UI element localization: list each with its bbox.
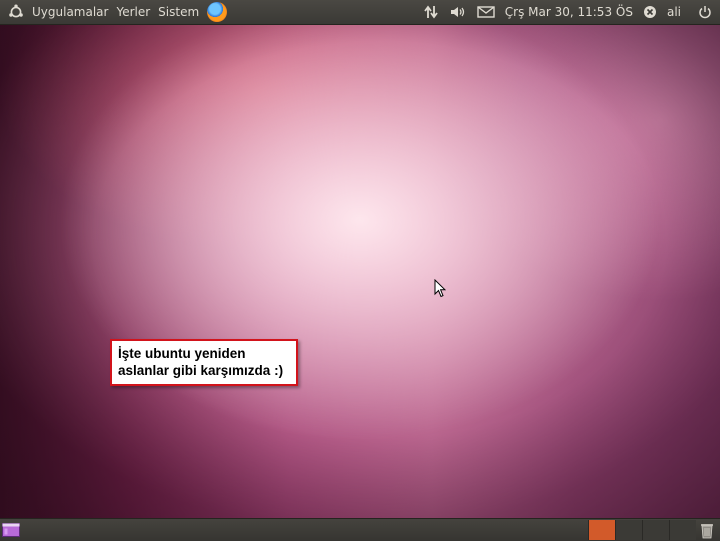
user-status-icon[interactable]	[638, 0, 662, 24]
annotation-callout: İşte ubuntu yeniden aslanlar gibi karşım…	[110, 339, 298, 386]
firefox-icon[interactable]	[207, 2, 228, 22]
system-tray: Çrş Mar 30, 11:53 ÖS ali	[418, 0, 720, 24]
user-name[interactable]: ali	[662, 0, 686, 24]
mouse-pointer-icon	[434, 279, 446, 298]
menu-system[interactable]: Sistem	[154, 0, 203, 24]
workspace-2[interactable]	[615, 520, 642, 540]
trash-icon[interactable]	[699, 521, 715, 539]
workspace-1[interactable]	[588, 520, 615, 540]
workspace-4[interactable]	[669, 520, 696, 540]
show-desktop-icon[interactable]	[2, 522, 20, 538]
clock[interactable]: Çrş Mar 30, 11:53 ÖS	[500, 0, 638, 24]
power-icon[interactable]	[686, 0, 720, 24]
bottom-panel	[0, 518, 720, 541]
callout-line-2: aslanlar gibi karşımızda :)	[118, 363, 284, 378]
workspace-switcher	[588, 520, 696, 540]
menu-places[interactable]: Yerler	[112, 0, 154, 24]
desktop-wallpaper	[0, 0, 720, 540]
top-panel: Uygulamalar Yerler Sistem Çrş Mar 30, 11…	[0, 0, 720, 25]
network-transfer-icon[interactable]	[418, 0, 444, 24]
main-menu: Uygulamalar Yerler Sistem	[0, 0, 228, 24]
menu-applications[interactable]: Uygulamalar	[28, 0, 112, 24]
envelope-icon[interactable]	[472, 0, 500, 24]
ubuntu-logo-icon[interactable]	[8, 4, 24, 20]
workspace-3[interactable]	[642, 520, 669, 540]
volume-icon[interactable]	[444, 0, 472, 24]
callout-line-1: İşte ubuntu yeniden	[118, 346, 246, 361]
